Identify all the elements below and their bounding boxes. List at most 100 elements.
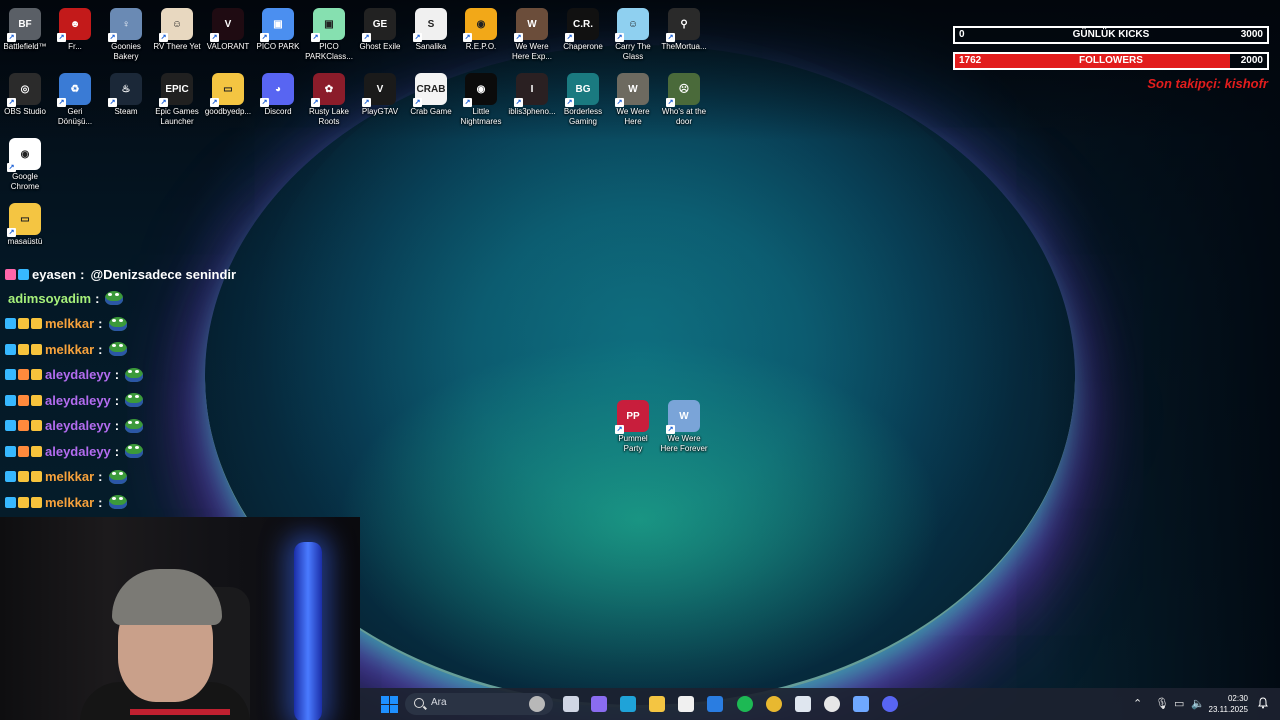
app-icon: ☺ ↗ [159,8,193,42]
show-hidden-icons-chevron-icon[interactable]: ⌃ [1133,697,1142,710]
start-button-icon[interactable] [381,696,398,713]
desktop-icon[interactable]: ✿ ↗ Rusty Lake Roots [304,69,354,127]
app-icon: V ↗ [362,73,396,107]
shortcut-arrow-icon: ↗ [108,98,117,107]
webcam-feed [0,517,360,720]
desktop-icon[interactable]: I ↗ iblis3pheno... [507,69,557,117]
app-icon: CRAB ↗ [413,73,447,107]
desktop-icon[interactable]: CRAB ↗ Crab Game [406,69,456,117]
chat-badge-icon [31,420,42,431]
app-icon-glyph: ◎ [20,83,30,95]
app-icon: V ↗ [210,8,244,42]
chat-username[interactable]: aleydaleyy [45,393,111,408]
chat-badge-icon [18,420,29,431]
shortcut-arrow-icon: ↗ [615,33,624,42]
app-icon: ⚲ ↗ [666,8,700,42]
desktop-icon[interactable]: ◉ ↗ Google Chrome [0,134,50,192]
desktop-icon[interactable]: S ↗ Sanalika [406,4,456,52]
desktop-icon-label: TheMortua... [661,42,707,51]
desktop-icon[interactable]: ⚲ ↗ TheMortua... [659,4,709,52]
desktop-icon[interactable]: ♀ ↗ Goonies Bakery [101,4,151,62]
notification-bell-icon[interactable] [1257,697,1269,709]
app-icon-glyph: CRAB [416,83,446,95]
desktop-icon[interactable]: C.R. ↗ Chaperone [558,4,608,52]
shortcut-arrow-icon: ↗ [210,98,219,107]
desktop-icon[interactable]: W ↗ We Were Here Exp... [507,4,557,62]
chat-username[interactable]: aleydaleyy [45,367,111,382]
shortcut-arrow-icon: ↗ [260,98,269,107]
obs-icon[interactable] [824,696,840,712]
app-icon: ☹ ↗ [666,73,700,107]
desktop-icon[interactable]: BF ↗ Battlefield™ [0,4,50,52]
chat-username[interactable]: melkkar [45,469,94,484]
desktop-icon[interactable]: BG ↗ Borderless Gaming [558,69,608,127]
mail-icon[interactable] [707,696,723,712]
app-icon: W ↗ [514,8,548,42]
app-icon: ☻ ↗ [57,8,91,42]
desktop-icon[interactable]: ☺ ↗ Carry The Glass [608,4,658,62]
app-icon: GE ↗ [362,8,396,42]
app-icon: ☺ ↗ [615,8,649,42]
store-icon[interactable] [678,696,694,712]
discord-icon[interactable] [882,696,898,712]
desktop-icon[interactable]: ◉ ↗ Little Nightmares [456,69,506,127]
desktop-icon[interactable]: ◕ ↗ Discord [253,69,303,117]
volume-icon[interactable]: 🔈 [1191,697,1205,710]
shirt-stripe [130,709,230,715]
chrome-icon[interactable] [766,696,782,712]
app-icon: ✿ ↗ [311,73,345,107]
chat-badge-icon [5,496,16,508]
taskbar-clock[interactable]: 02:30 23.11.2025 [1209,693,1248,715]
desktop-icon[interactable]: ♻ ↗ Geri Dönüşü... [50,69,100,127]
desktop-icon-label: Epic Games Launcher [155,107,199,126]
desktop-icon[interactable]: ♨ ↗ Steam [101,69,151,117]
chat-username[interactable]: eyasen [32,267,76,282]
chat-badges [5,445,42,457]
chat-username[interactable]: aleydaleyy [45,444,111,459]
chat-username[interactable]: melkkar [45,495,94,510]
desktop-icon[interactable]: W ↗ We Were Here [608,69,658,127]
chat-username[interactable]: melkkar [45,342,94,357]
app-icon: ▭ ↗ [7,203,41,237]
desktop-icon[interactable]: ▣ ↗ PICO PARKClass... [304,4,354,62]
spotify-icon[interactable] [737,696,753,712]
desktop-icon[interactable]: V ↗ PlayGTAV [355,69,405,117]
desktop-icon[interactable]: ☹ ↗ Who's at the door [659,69,709,127]
chat-username[interactable]: melkkar [45,316,94,331]
chat-username[interactable]: aleydaleyy [45,418,111,433]
taskbar-search[interactable]: Ara [405,693,553,715]
app-icon: W ↗ [666,400,700,434]
chat-username[interactable]: adimsoyadim [8,291,91,306]
chat-message: melkkar: [5,339,127,359]
desktop-icon[interactable]: V ↗ VALORANT [203,4,253,52]
desktop-icon[interactable]: GE ↗ Ghost Exile [355,4,405,52]
desktop-icon[interactable]: ☺ ↗ RV There Yet [152,4,202,52]
file-explorer-icon[interactable] [649,696,665,712]
desktop-icon[interactable]: ▭ ↗ goodbyedp... [203,69,253,117]
desktop-icon[interactable]: ▣ ↗ PICO PARK [253,4,303,52]
microphone-icon[interactable]: 🎙 [1155,697,1169,710]
desktop-icon[interactable]: EPIC ↗ Epic Games Launcher [152,69,202,127]
copilot-icon[interactable] [591,696,607,712]
shortcut-arrow-icon: ↗ [565,33,574,42]
followers-goal: 2000 [1240,55,1263,66]
task-view-icon[interactable] [563,696,579,712]
desktop-icon[interactable]: ☻ ↗ Fr... [50,4,100,52]
app-icon-glyph: ♻ [70,83,80,95]
app-icon-glyph: W [527,18,537,30]
desktop-icon[interactable]: ▭ ↗ masaüstü [0,199,50,247]
app-icon-glyph: S [427,18,435,30]
app-icon: ◉ ↗ [463,73,497,107]
desktop-icon[interactable]: W ↗ We Were Here Forever [659,396,709,454]
desktop-icon-label: PlayGTAV [361,107,399,116]
shortcut-arrow-icon: ↗ [7,228,16,237]
steam-icon[interactable] [795,696,811,712]
app-icon[interactable] [853,696,869,712]
desktop-icon[interactable]: ◉ ↗ R.E.P.O. [456,4,506,52]
chat-message: aleydaleyy: [5,365,144,385]
desktop-icon[interactable]: ◎ ↗ OBS Studio [0,69,50,117]
desktop-icon[interactable]: PP ↗ Pummel Party [608,396,658,454]
edge-icon[interactable] [620,696,636,712]
desktop-icon-label: Steam [114,107,138,116]
network-icon[interactable]: ▭ [1174,697,1184,710]
